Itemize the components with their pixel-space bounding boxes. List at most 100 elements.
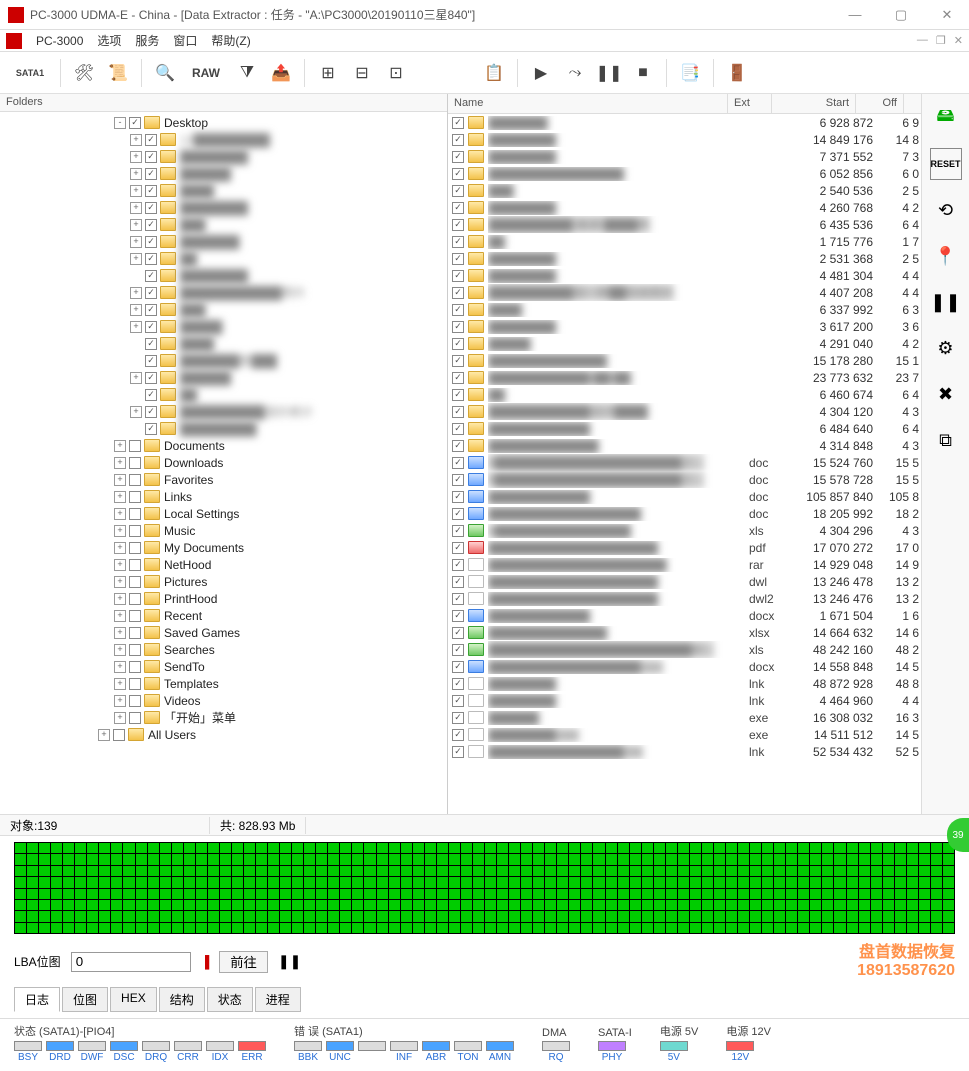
- tree-checkbox[interactable]: [129, 627, 141, 639]
- tree-checkbox[interactable]: [145, 236, 157, 248]
- file-checkbox[interactable]: [452, 287, 464, 299]
- file-checkbox[interactable]: [452, 678, 464, 690]
- file-checkbox[interactable]: [452, 202, 464, 214]
- file-row[interactable]: ████████14 849 17614 8: [448, 131, 921, 148]
- file-checkbox[interactable]: [452, 304, 464, 316]
- file-checkbox[interactable]: [452, 457, 464, 469]
- tree-row[interactable]: +Music: [2, 522, 445, 539]
- tree-checkbox[interactable]: [129, 525, 141, 537]
- file-row[interactable]: ████████████doc105 857 840105 8: [448, 488, 921, 505]
- expand-icon[interactable]: [130, 389, 142, 401]
- expand-icon[interactable]: +: [114, 695, 126, 707]
- file-row[interactable]: ██████████████████.ocxdocx14 558 84814 5: [448, 658, 921, 675]
- file-row[interactable]: ██████████████15 178 28015 1: [448, 352, 921, 369]
- file-checkbox[interactable]: [452, 270, 464, 282]
- tree-row[interactable]: +Searches: [2, 641, 445, 658]
- file-row[interactable]: ██1 715 7761 7: [448, 233, 921, 250]
- tree-row[interactable]: +████████: [2, 148, 445, 165]
- file-row[interactable]: ██████████园一期██验收照片4 407 2084 4: [448, 284, 921, 301]
- file-checkbox[interactable]: [452, 134, 464, 146]
- expand-icon[interactable]: +: [130, 406, 142, 418]
- mdi-close[interactable]: ✕: [954, 34, 963, 47]
- lba-goto-button[interactable]: 前往: [219, 951, 268, 973]
- step-icon[interactable]: ⤳: [560, 58, 590, 88]
- expand-icon[interactable]: +: [130, 151, 142, 163]
- expand-icon[interactable]: +: [130, 253, 142, 265]
- tree-row[interactable]: +All Users: [2, 726, 445, 743]
- file-row[interactable]: ████████████████████dwl213 246 47613 2: [448, 590, 921, 607]
- file-checkbox[interactable]: [452, 372, 464, 384]
- file-row[interactable]: ████████████████████pdf17 070 27217 0: [448, 539, 921, 556]
- expand-icon[interactable]: [130, 355, 142, 367]
- expand-icon[interactable]: +: [98, 729, 110, 741]
- file-row[interactable]: ████████████6 484 6406 4: [448, 420, 921, 437]
- tab-2[interactable]: HEX: [110, 987, 157, 1012]
- file-checkbox[interactable]: [452, 168, 464, 180]
- file-row[interactable]: ████████████docx1 671 5041 6: [448, 607, 921, 624]
- tree-row[interactable]: +██████: [2, 165, 445, 182]
- tree-checkbox[interactable]: [129, 457, 141, 469]
- tree-checkbox[interactable]: [145, 287, 157, 299]
- expand-icon[interactable]: -: [114, 117, 126, 129]
- tree-row[interactable]: +█████: [2, 318, 445, 335]
- col-off[interactable]: Off: [856, 94, 904, 113]
- tree-row[interactable]: +Saved Games: [2, 624, 445, 641]
- menu-options[interactable]: 选项: [97, 32, 121, 49]
- expand-icon[interactable]: [130, 270, 142, 282]
- expand-icon[interactable]: +: [114, 542, 126, 554]
- tree-row[interactable]: ███████图███: [2, 352, 445, 369]
- file-checkbox[interactable]: [452, 474, 464, 486]
- file-row[interactable]: █████████████4 314 8484 3: [448, 437, 921, 454]
- exit-icon[interactable]: 🚪: [722, 58, 752, 88]
- tree-row[interactable]: +Links: [2, 488, 445, 505]
- file-checkbox[interactable]: [452, 151, 464, 163]
- tree-checkbox[interactable]: [145, 219, 157, 231]
- tree-row[interactable]: +███: [2, 301, 445, 318]
- reset-icon[interactable]: RESET: [930, 148, 962, 180]
- tree-checkbox[interactable]: [145, 253, 157, 265]
- filter-icon[interactable]: ⧩: [232, 58, 262, 88]
- expand-icon[interactable]: +: [130, 321, 142, 333]
- file-checkbox[interactable]: [452, 729, 464, 741]
- tree-checkbox[interactable]: [145, 372, 157, 384]
- tree-checkbox[interactable]: [129, 695, 141, 707]
- file-row[interactable]: ██████exe16 308 03216 3: [448, 709, 921, 726]
- tree-checkbox[interactable]: [145, 355, 157, 367]
- expand-icon[interactable]: [130, 338, 142, 350]
- file-checkbox[interactable]: [452, 661, 464, 673]
- tree-checkbox[interactable]: [145, 304, 157, 316]
- expand-icon[interactable]: +: [114, 576, 126, 588]
- menu-service[interactable]: 服务: [135, 32, 159, 49]
- tree-checkbox[interactable]: [145, 423, 157, 435]
- file-checkbox[interactable]: [452, 559, 464, 571]
- menu-pc3000[interactable]: PC-3000: [36, 34, 83, 48]
- file-row[interactable]: 0██████████████████████之...doc15 578 728…: [448, 471, 921, 488]
- clear-icon[interactable]: ✖: [930, 378, 962, 410]
- file-checkbox[interactable]: [452, 491, 464, 503]
- tree-checkbox[interactable]: [129, 508, 141, 520]
- drive-icon[interactable]: 🖴: [930, 102, 962, 134]
- col-start[interactable]: Start: [772, 94, 856, 113]
- tree-row[interactable]: +██████: [2, 369, 445, 386]
- tab-4[interactable]: 状态: [207, 987, 253, 1012]
- pin-icon[interactable]: 📍: [930, 240, 962, 272]
- minimize-button[interactable]: —: [841, 5, 869, 25]
- file-row[interactable]: ████████████████6 052 8566 0: [448, 165, 921, 182]
- tools-icon[interactable]: 🛠: [69, 58, 99, 88]
- expand-icon[interactable]: +: [114, 627, 126, 639]
- file-checkbox[interactable]: [452, 508, 464, 520]
- expand-icon[interactable]: +: [114, 508, 126, 520]
- file-row[interactable]: ████████████设计████4 304 1204 3: [448, 403, 921, 420]
- tree-row[interactable]: +SendTo: [2, 658, 445, 675]
- file-checkbox[interactable]: [452, 355, 464, 367]
- maximize-button[interactable]: ▢: [887, 5, 915, 25]
- tree-checkbox[interactable]: [129, 678, 141, 690]
- file-row[interactable]: ██████████ 案源 ████件6 435 5366 4: [448, 216, 921, 233]
- tree-checkbox[interactable]: [129, 576, 141, 588]
- tree-row[interactable]: +12█████████: [2, 131, 445, 148]
- search-icon[interactable]: 🔍: [150, 58, 180, 88]
- tree-checkbox[interactable]: [129, 542, 141, 554]
- export-icon[interactable]: 📋: [479, 58, 509, 88]
- file-checkbox[interactable]: [452, 423, 464, 435]
- expand-icon[interactable]: +: [114, 491, 126, 503]
